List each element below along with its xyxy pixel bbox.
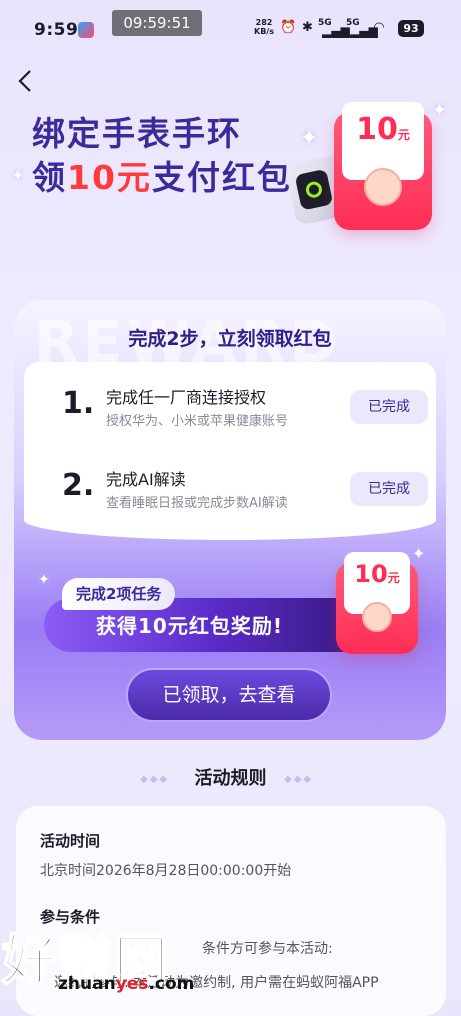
hero-redpack-unit: 元 [397,128,410,142]
reward-redpack-amount: 10 [354,560,388,588]
status-time: 9:59 [34,20,79,40]
step-item-1: 1. 完成任一厂商连接授权 授权华为、小米或苹果健康账号 已完成 [24,372,436,444]
hero-title-amount: 10元 [67,158,152,197]
network-speed-unit: KB/s [254,27,274,36]
step-completed-button[interactable]: 已完成 [350,390,428,424]
step-item-2: 2. 完成AI解读 查看睡眠日报或完成步数AI解读 已完成 [24,454,436,526]
sparkle-icon: ✦ [412,544,426,563]
sparkle-icon: ✦ [12,168,24,184]
hero-title-line1: 绑定手表手环 [32,114,242,153]
bluetooth-icon: ✱ [302,20,313,35]
sparkle-icon: ✦ [432,100,448,121]
site-watermark-url: zhuanyes.com [58,974,194,994]
network-speed: 282 KB/s [254,18,274,36]
hero-title: 绑定手表手环 领10元支付红包 [32,112,292,200]
sparkle-icon: ✦ [38,572,50,588]
status-bar: 9:59 09:59:51 282 KB/s ⏰ ✱ 5G ▂▄▆ 5G ▂▄▆… [0,0,461,58]
claimed-view-button[interactable]: 已领取，去查看 [126,668,332,722]
task-card: REWARD 完成2步，立刻领取红包 1. 完成任一厂商连接授权 授权华为、小米… [14,300,446,740]
clock-overlay: 09:59:51 [112,10,202,36]
battery-indicator: 93 [398,20,424,37]
step-description: 授权华为、小米或苹果健康账号 [106,414,289,429]
conditions-text-1: 条件方可参与本活动: [202,941,333,957]
back-button[interactable] [16,68,36,94]
rules-title: 活动规则 [194,768,267,789]
wifi-icon: ◠ [374,20,384,35]
watermark-url-mid: yes [115,974,149,994]
step-title: 完成AI解读 [106,470,186,489]
reward-text: 获得10元红包奖励! [96,614,283,638]
reward-task-tag: 完成2项任务 [62,578,176,610]
reward-redpack-unit: 元 [387,571,400,585]
step-number: 1. [62,386,95,421]
redpack-seal-icon [364,168,402,206]
hero-redpack-amount: 10 [356,112,398,147]
alarm-icon: ⏰ [280,20,297,35]
step-title: 完成任一厂商连接授权 [106,388,267,407]
rules-decoration-icon: ◆◆◆ [284,774,314,785]
network-speed-value: 282 [255,18,273,27]
hero-title-prefix: 领 [32,158,67,197]
app-notification-icon [78,22,94,38]
activity-time-label: 活动时间 [40,832,101,850]
reward-red-packet: 10元 [336,552,418,654]
redpack-seal-icon [362,602,392,632]
watermark-url-prefix: zhuan [58,974,116,994]
task-card-heading: 完成2步，立刻领取红包 [128,328,332,350]
hero-title-line2: 领10元支付红包 [32,156,292,200]
steps-panel: 1. 完成任一厂商连接授权 授权华为、小米或苹果健康账号 已完成 2. 完成AI… [24,362,436,540]
step-completed-button[interactable]: 已完成 [350,472,428,506]
watermark-url-suffix: .com [148,974,195,994]
chevron-left-icon [18,70,31,92]
activity-time-value: 北京时间2026年8月28日00:00:00开始 [40,863,292,879]
step-description: 查看睡眠日报或完成步数AI解读 [106,496,288,511]
sparkle-icon: ✦ [300,126,319,151]
hero-red-packet: 10元 [334,102,432,230]
hero-title-suffix: 支付红包 [151,158,292,197]
step-number: 2. [62,468,95,503]
